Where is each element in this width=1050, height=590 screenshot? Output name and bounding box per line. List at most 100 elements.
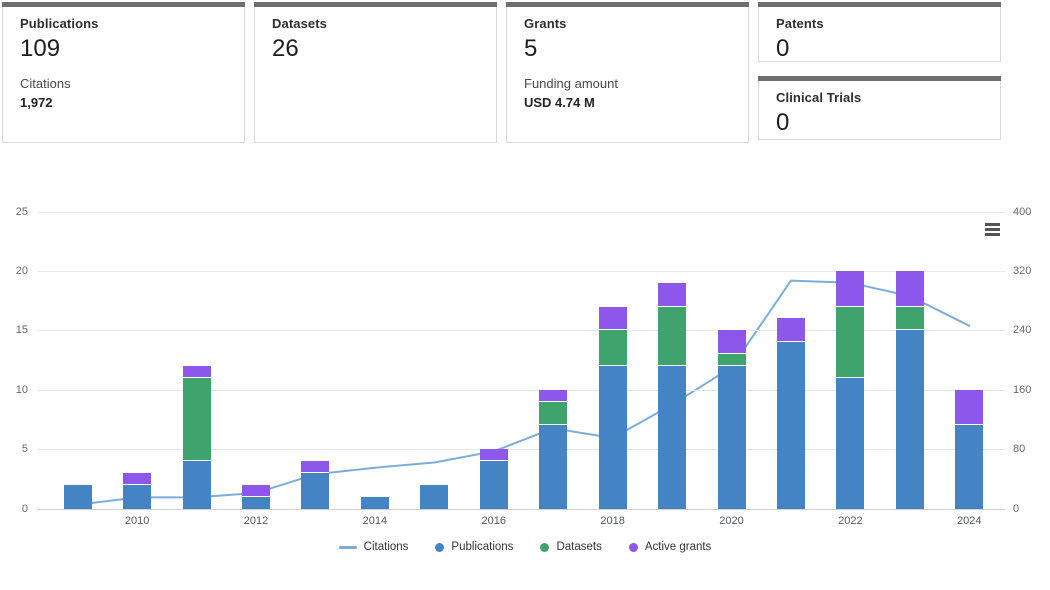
- clinical-trials-card-title: Clinical Trials: [776, 90, 862, 105]
- bar-segment-active-grants: [895, 270, 924, 307]
- right-axis-tick-label: 0: [1013, 502, 1020, 515]
- right-axis-tick-label: 320: [1013, 264, 1032, 277]
- grants-count: 5: [524, 35, 538, 62]
- bar-2019: [658, 282, 687, 509]
- legend-item-datasets[interactable]: Datasets: [540, 541, 602, 553]
- clinical-trials-count: 0: [776, 109, 790, 136]
- bar-segment-active-grants: [123, 472, 152, 485]
- bar-2011: [182, 365, 211, 509]
- publications-card-body: Publications 109 Citations 1,972: [2, 7, 245, 143]
- bar-segment-active-grants: [479, 449, 508, 461]
- x-axis-line: [38, 508, 1005, 510]
- funding-amount-value: USD 4.74 M: [524, 94, 595, 110]
- dot-swatch-icon: [435, 542, 445, 552]
- bar-segment-publications: [242, 496, 271, 509]
- datasets-card-body: Datasets 26: [254, 7, 497, 143]
- bar-segment-active-grants: [301, 461, 330, 473]
- clinical-trials-card[interactable]: Clinical Trials 0: [758, 76, 1001, 140]
- metrics-timeline-chart: Citations Publications Datasets Active gran…: [0, 190, 1050, 575]
- bar-segment-publications: [360, 496, 389, 509]
- bar-segment-publications: [420, 484, 449, 509]
- bar-2010: [123, 472, 152, 509]
- publications-count: 109: [20, 35, 61, 62]
- bar-segment-datasets: [182, 377, 211, 461]
- patents-card[interactable]: Patents 0: [758, 2, 1001, 62]
- bar-segment-active-grants: [658, 282, 687, 307]
- left-axis-tick-label: 25: [15, 205, 28, 218]
- patents-count: 0: [776, 35, 790, 62]
- y-gridline: [38, 211, 1005, 213]
- clinical-trials-card-body: Clinical Trials 0: [758, 81, 1001, 140]
- legend-label: Datasets: [556, 541, 602, 553]
- bar-segment-publications: [63, 484, 92, 509]
- bar-segment-publications: [717, 365, 746, 509]
- bar-2016: [479, 449, 508, 509]
- bar-segment-datasets: [598, 330, 627, 366]
- left-axis-tick-label: 15: [15, 324, 28, 337]
- bar-2022: [836, 270, 865, 509]
- right-axis-tick-label: 80: [1013, 443, 1026, 456]
- bar-segment-active-grants: [182, 365, 211, 378]
- citations-label: Citations: [20, 75, 71, 91]
- bar-segment-datasets: [658, 306, 687, 366]
- bar-2024: [955, 389, 984, 509]
- patents-card-body: Patents 0: [758, 7, 1001, 62]
- bar-2009: [63, 484, 92, 509]
- bar-2017: [539, 389, 568, 509]
- hamburger-icon: [984, 227, 1000, 231]
- summary-cards: Publications 109 Citations 1,972 Dataset…: [0, 0, 1050, 143]
- x-axis-tick-label: 2010: [124, 515, 150, 527]
- legend-item-active-grants[interactable]: Active grants: [628, 541, 712, 553]
- grants-card[interactable]: Grants 5 Funding amount USD 4.74 M: [506, 2, 749, 143]
- hamburger-icon: [984, 222, 1000, 226]
- chart-context-menu-button[interactable]: [981, 219, 1003, 239]
- bar-segment-publications: [836, 377, 865, 509]
- bar-2015: [420, 484, 449, 509]
- bar-segment-publications: [123, 484, 152, 509]
- bar-segment-publications: [895, 330, 924, 509]
- x-axis-tick-label: 2024: [957, 515, 982, 527]
- patents-card-title: Patents: [776, 16, 824, 31]
- left-axis-tick-label: 0: [21, 502, 28, 515]
- bar-2012: [242, 484, 271, 509]
- bar-segment-active-grants: [955, 389, 984, 426]
- datasets-card[interactable]: Datasets 26: [254, 2, 497, 143]
- right-axis-tick-label: 240: [1013, 324, 1032, 337]
- bar-segment-datasets: [539, 401, 568, 426]
- left-axis-tick-label: 5: [21, 443, 28, 456]
- x-axis-tick-label: 2022: [838, 515, 863, 527]
- dot-swatch-icon: [540, 542, 550, 552]
- left-axis-tick-label: 20: [15, 264, 28, 277]
- bar-segment-active-grants: [836, 270, 865, 307]
- legend-label: Citations: [363, 541, 409, 553]
- publications-card[interactable]: Publications 109 Citations 1,972: [2, 2, 245, 143]
- right-axis-tick-label: 160: [1013, 383, 1032, 396]
- dot-swatch-icon: [628, 542, 638, 552]
- legend-item-publications[interactable]: Publications: [435, 541, 513, 553]
- bar-segment-active-grants: [539, 389, 568, 402]
- bar-segment-active-grants: [598, 306, 627, 331]
- funding-amount-label: Funding amount: [524, 75, 618, 91]
- hamburger-icon: [984, 232, 1000, 236]
- bar-segment-datasets: [895, 306, 924, 331]
- bar-2023: [895, 270, 924, 509]
- bar-segment-active-grants: [776, 318, 805, 343]
- left-axis-tick-label: 10: [15, 383, 28, 396]
- x-axis-tick-label: 2012: [243, 515, 269, 527]
- bar-segment-publications: [301, 472, 330, 509]
- right-cards-column: Patents 0 Clinical Trials 0: [758, 2, 1001, 143]
- publications-card-title: Publications: [20, 16, 99, 31]
- legend-label: Active grants: [644, 541, 712, 553]
- x-axis-tick-label: 2020: [719, 515, 744, 527]
- right-axis-tick-label: 400: [1013, 205, 1032, 218]
- bar-segment-publications: [539, 425, 568, 509]
- line-swatch-icon: [338, 545, 357, 549]
- datasets-card-title: Datasets: [272, 16, 327, 31]
- chart-legend: Citations Publications Datasets Active gran…: [0, 541, 1050, 553]
- x-axis-tick-label: 2016: [481, 515, 507, 527]
- grants-card-title: Grants: [524, 16, 567, 31]
- legend-item-citations[interactable]: Citations: [338, 541, 409, 553]
- bar-segment-publications: [598, 365, 627, 509]
- legend-label: Publications: [451, 541, 514, 553]
- bar-segment-publications: [776, 342, 805, 509]
